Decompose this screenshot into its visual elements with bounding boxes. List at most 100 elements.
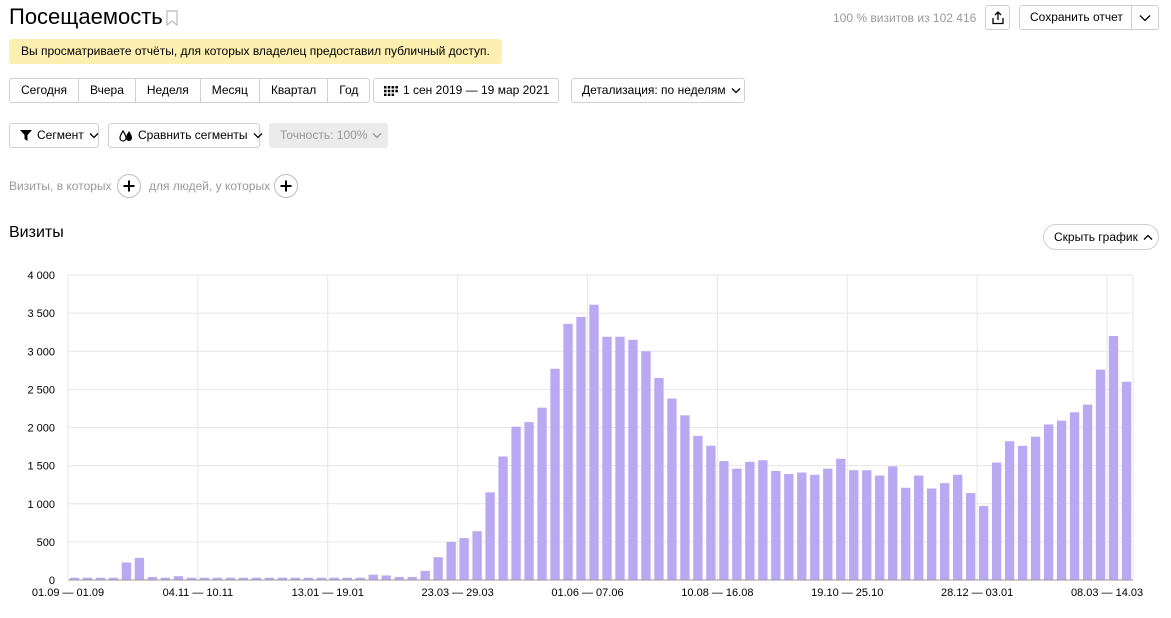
bar[interactable] <box>927 488 937 581</box>
bar[interactable] <box>381 575 391 580</box>
period-today[interactable]: Сегодня <box>9 78 79 103</box>
bar[interactable] <box>965 493 976 580</box>
bar[interactable] <box>732 468 742 580</box>
bar[interactable] <box>875 475 885 580</box>
bar[interactable] <box>433 557 443 580</box>
bar[interactable] <box>719 461 729 580</box>
visits-filter-label: Визиты, в которых <box>9 179 112 193</box>
bar[interactable] <box>706 445 716 580</box>
period-year[interactable]: Год <box>327 78 371 103</box>
bar[interactable] <box>589 304 599 580</box>
period-week[interactable]: Неделя <box>134 78 201 103</box>
add-people-condition-button[interactable] <box>274 174 298 198</box>
period-yesterday[interactable]: Вчера <box>78 78 136 103</box>
bar[interactable] <box>420 570 430 580</box>
bar[interactable] <box>1056 420 1067 580</box>
bar[interactable] <box>654 377 664 580</box>
plus-icon <box>280 180 292 192</box>
visits-bar-chart: 0 500 1 000 1 500 2 000 2 500 3 000 3 500 4 000 0… <box>27 270 1143 599</box>
y-tick-label: 2 000 <box>27 423 55 435</box>
bar[interactable] <box>784 474 794 580</box>
bar[interactable] <box>1030 436 1041 580</box>
bar[interactable] <box>978 506 989 580</box>
bar[interactable] <box>602 336 612 580</box>
y-tick-label: 3 000 <box>27 346 55 358</box>
compare-segments-label: Сравнить сегменты <box>138 128 248 142</box>
bar[interactable] <box>1095 369 1106 580</box>
chevron-up-icon <box>1143 234 1153 240</box>
bar[interactable] <box>511 426 521 580</box>
x-tick-label: 19.10 — 25.10 <box>811 587 883 599</box>
bar[interactable] <box>797 472 807 580</box>
bar[interactable] <box>459 538 469 580</box>
save-report-label: Сохранить отчет <box>1030 10 1123 24</box>
bar[interactable] <box>368 574 378 580</box>
bar[interactable] <box>693 435 703 580</box>
bar[interactable] <box>498 456 508 580</box>
bar[interactable] <box>667 398 677 580</box>
bar[interactable] <box>472 531 482 580</box>
bar[interactable] <box>1004 441 1015 580</box>
save-report-menu-button[interactable] <box>1131 5 1159 30</box>
bar[interactable] <box>550 368 560 580</box>
y-tick-label: 500 <box>37 537 55 549</box>
period-month[interactable]: Месяц <box>199 78 260 103</box>
bar[interactable] <box>991 462 1002 580</box>
save-report-button[interactable]: Сохранить отчет <box>1019 5 1132 30</box>
x-tick-label: 23.03 — 29.03 <box>422 587 494 599</box>
x-tick-label: 08.03 — 14.03 <box>1071 587 1143 599</box>
bar[interactable] <box>1082 404 1093 580</box>
chevron-down-icon <box>731 88 741 94</box>
bar[interactable] <box>914 475 924 580</box>
bar[interactable] <box>952 474 963 580</box>
filter-icon <box>20 130 32 141</box>
calendar-icon <box>384 85 398 96</box>
detail-label: Детализация: по неделям <box>582 83 726 97</box>
bar[interactable] <box>641 351 651 580</box>
bar[interactable] <box>1017 445 1028 580</box>
bar[interactable] <box>537 407 547 580</box>
bar[interactable] <box>771 470 781 580</box>
bar[interactable] <box>524 422 534 580</box>
bar[interactable] <box>680 415 690 580</box>
page-title: Посещаемость <box>9 4 163 29</box>
bar[interactable] <box>862 470 872 580</box>
public-access-notice: Вы просматриваете отчёты, для которых вл… <box>9 39 502 64</box>
bar[interactable] <box>121 562 132 580</box>
hide-chart-button[interactable]: Скрыть график <box>1043 224 1159 250</box>
bar[interactable] <box>615 336 625 580</box>
bar[interactable] <box>563 323 573 580</box>
bar[interactable] <box>1069 412 1080 580</box>
bar[interactable] <box>836 458 846 580</box>
bar[interactable] <box>1043 424 1054 580</box>
add-visits-condition-button[interactable] <box>117 174 141 198</box>
bar[interactable] <box>173 576 184 580</box>
bar[interactable] <box>1121 381 1132 580</box>
bar[interactable] <box>576 316 586 580</box>
bar[interactable] <box>134 557 145 580</box>
bookmark-icon[interactable] <box>166 10 178 26</box>
period-selector: Сегодня Вчера Неделя Месяц Квартал Год <box>9 78 371 103</box>
bar[interactable] <box>1108 336 1119 580</box>
bar[interactable] <box>888 466 898 580</box>
x-tick-label: 28.12 — 03.01 <box>941 587 1013 599</box>
bar[interactable] <box>901 487 911 580</box>
share-button[interactable] <box>985 5 1010 30</box>
bar[interactable] <box>849 470 859 580</box>
bar[interactable] <box>745 461 755 580</box>
bar[interactable] <box>446 541 456 580</box>
date-range-button[interactable]: 1 сен 2019 — 19 мар 2021 <box>373 78 559 103</box>
bar[interactable] <box>485 492 495 580</box>
bar[interactable] <box>628 339 638 580</box>
detail-dropdown[interactable]: Детализация: по неделям <box>571 78 745 103</box>
y-tick-label: 3 500 <box>27 308 55 320</box>
segment-dropdown[interactable]: Сегмент <box>9 123 99 148</box>
compare-segments-dropdown[interactable]: Сравнить сегменты <box>108 123 262 148</box>
bar[interactable] <box>758 460 768 580</box>
x-tick-label: 04.11 — 10.11 <box>163 587 234 599</box>
bar[interactable] <box>823 468 833 580</box>
bar[interactable] <box>940 483 950 580</box>
compare-segments-icon <box>119 129 132 142</box>
bar[interactable] <box>810 474 820 580</box>
period-quarter[interactable]: Квартал <box>258 78 329 103</box>
